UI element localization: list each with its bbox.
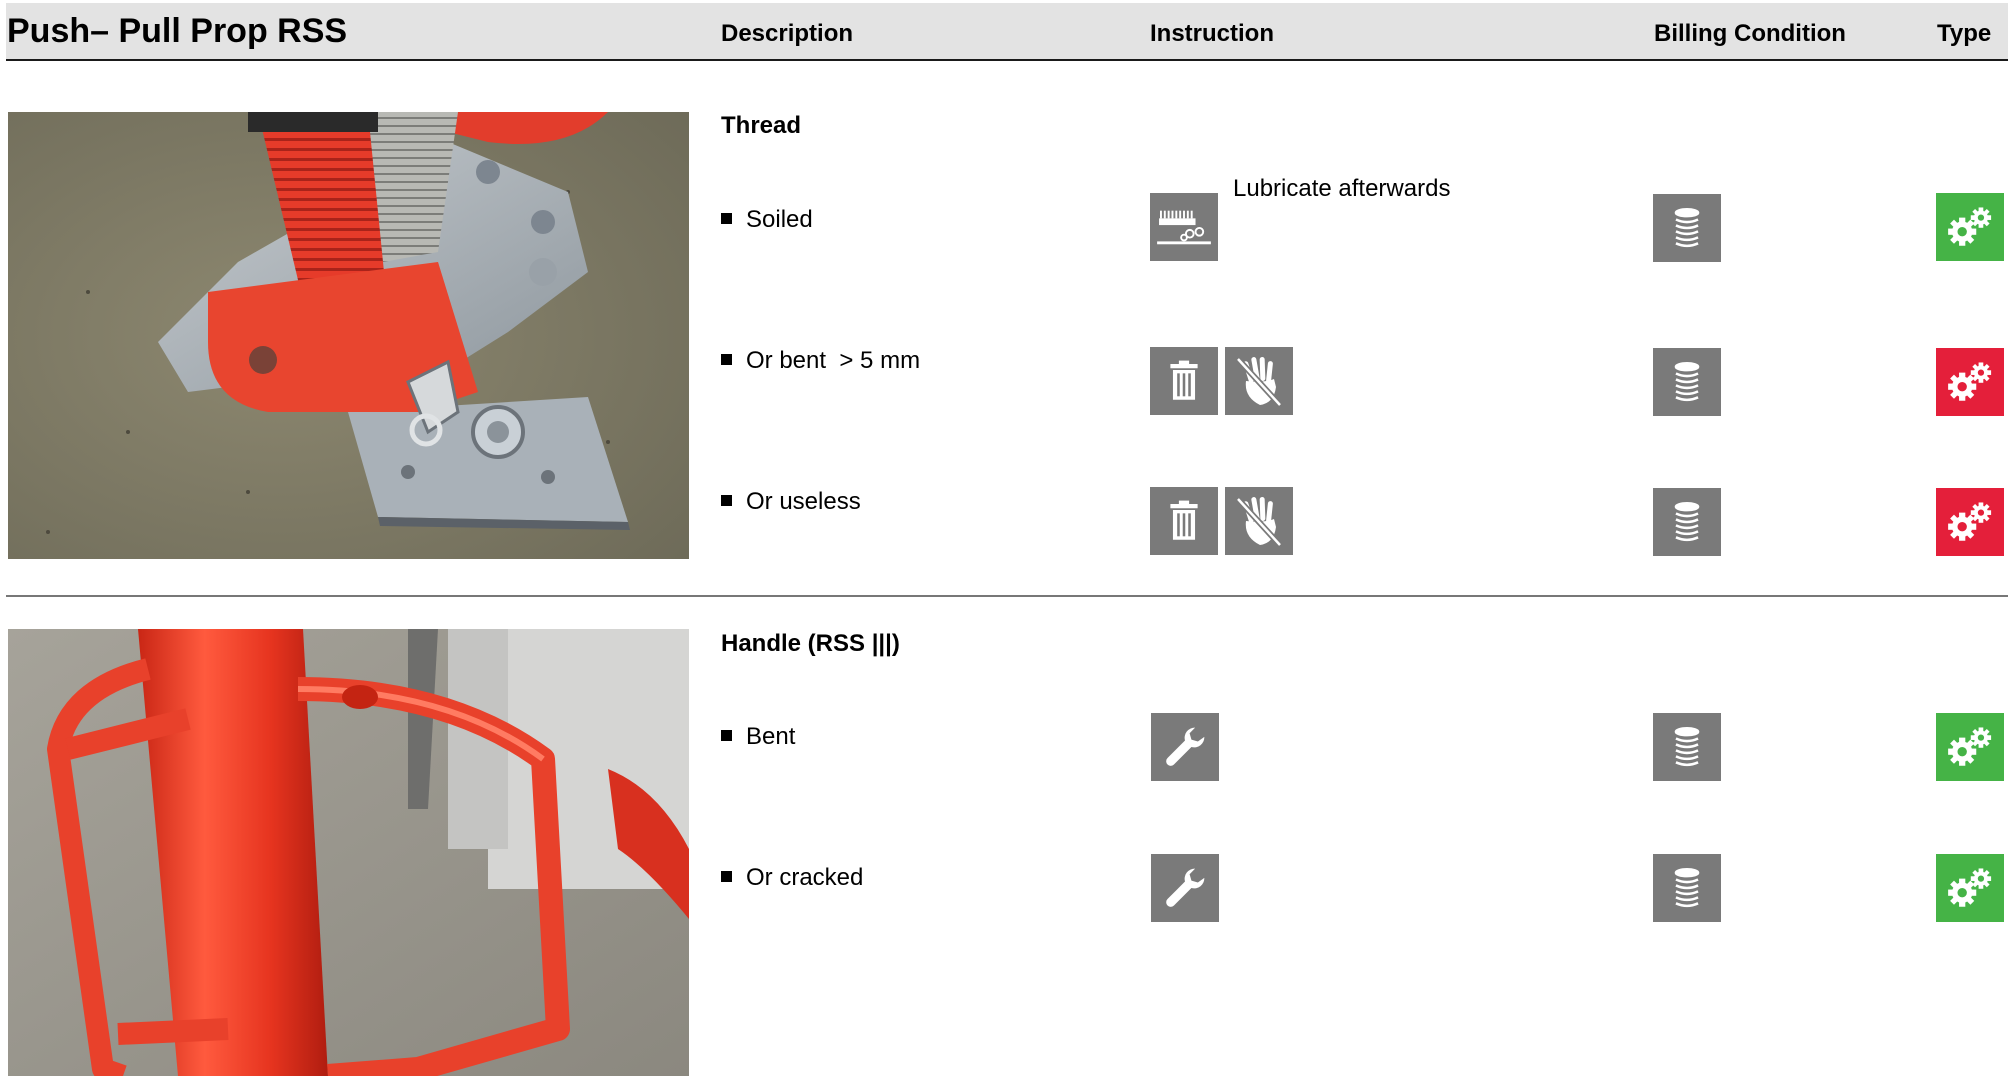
coin-stack-icon — [1653, 854, 1721, 922]
column-header-billing-condition: Billing Condition — [1654, 20, 1846, 47]
bullet — [721, 730, 732, 742]
coin-stack-icon — [1653, 194, 1721, 262]
section-title-handle: Handle (RSS |||) — [721, 630, 900, 657]
lubricate-icon — [1150, 193, 1218, 261]
list-item-or-useless: Or useless — [721, 488, 861, 516]
list-item-or-bent: Or bent > 5 mm — [721, 347, 920, 375]
bullet — [721, 354, 732, 366]
bullet — [721, 871, 732, 883]
coin-stack-icon — [1653, 488, 1721, 556]
column-header-type: Type — [1937, 20, 1992, 47]
do-not-touch-icon — [1225, 487, 1293, 555]
do-not-touch-icon — [1225, 347, 1293, 415]
trash-icon — [1150, 487, 1218, 555]
handle-photo — [8, 629, 689, 1076]
coin-stack-icon — [1653, 713, 1721, 781]
page-title: Push– Pull Prop RSS — [7, 12, 348, 50]
section-title-thread: Thread — [721, 112, 802, 139]
list-item-bent: Bent — [721, 723, 795, 751]
bullet — [721, 495, 732, 507]
bullet — [721, 213, 732, 225]
instruction-note: Lubricate afterwards — [1233, 175, 1451, 202]
gears-icon-green — [1936, 854, 2004, 922]
gears-icon-red — [1936, 488, 2004, 556]
coin-stack-icon — [1653, 348, 1721, 416]
gears-icon-green — [1936, 193, 2004, 261]
list-item-soiled: Soiled — [721, 206, 813, 234]
column-header-description: Description — [721, 20, 854, 47]
section-divider — [6, 595, 2008, 597]
wrench-icon — [1151, 713, 1219, 781]
table-header: Push– Pull Prop RSS Description Instruct… — [6, 3, 2008, 61]
trash-icon — [1150, 347, 1218, 415]
gears-icon-green — [1936, 713, 2004, 781]
gears-icon-red — [1936, 348, 2004, 416]
list-item-or-cracked: Or cracked — [721, 864, 863, 892]
column-header-instruction: Instruction — [1150, 20, 1274, 47]
thread-photo — [8, 112, 689, 559]
wrench-icon — [1151, 854, 1219, 922]
